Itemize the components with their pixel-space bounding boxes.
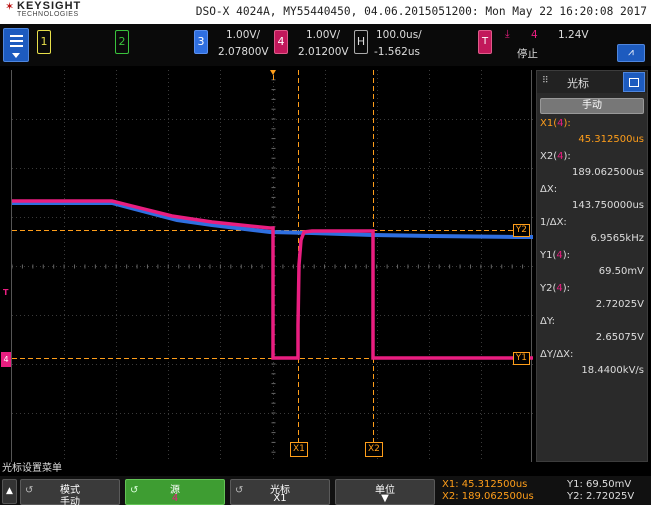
title-bar: ✶ KEYSIGHT TECHNOLOGIES DSO-X 4024A, MY5… <box>0 0 651 24</box>
acquisition-status: 停止 <box>517 48 538 60</box>
window-icon <box>629 78 639 87</box>
window-tab-button[interactable] <box>623 72 645 92</box>
cursor-x1-row: X1(4): 45.312500us <box>540 118 644 145</box>
menu-back-button[interactable]: ▲ <box>2 479 17 504</box>
keysight-logo: ✶ KEYSIGHT TECHNOLOGIES <box>3 0 113 22</box>
cursor-x2-row: X2(4): 189.062500us <box>540 151 644 178</box>
channel-1-button[interactable]: 1 <box>37 30 51 54</box>
softkey-menu-title: 光标设置菜单 <box>2 463 62 474</box>
channel-2-button[interactable]: 2 <box>115 30 129 54</box>
trigger-source: 4 <box>531 29 538 41</box>
time-scale: 100.0us/ <box>376 29 422 41</box>
cursor-dy-row: ΔY: 2.65075V <box>540 316 644 343</box>
cursor-y1-row: Y1(4): 69.50mV <box>540 250 644 277</box>
cursor-dydx-row: ΔY/ΔX: 18.4400kV/s <box>540 349 644 376</box>
channel-control-bar: 1 2 3 1.00V/ 2.07800V 4 1.00V/ 2.01200V … <box>0 24 651 66</box>
graticule-center-ticks <box>12 70 524 453</box>
trigger-level: 1.24V <box>558 29 589 41</box>
cursor-y1-value: 69.50mV <box>598 266 644 277</box>
cursor-dx-row: ΔX: 143.750000us <box>540 184 644 211</box>
trigger-level-marker: T <box>3 288 9 297</box>
cursor-panel-header: ⠿ 光标 <box>537 71 647 93</box>
time-position: -1.562us <box>374 46 420 58</box>
cursor-x2-value: 189.062500us <box>572 167 644 178</box>
cursor-inv-dx-row: 1/ΔX: 6.9565kHz <box>540 217 644 244</box>
horizontal-button[interactable]: H <box>354 30 368 54</box>
autoscale-icon: ⩘ <box>628 47 634 58</box>
y1-marker-tag: Y1 <box>512 352 530 365</box>
trigger-time-marker <box>270 70 276 75</box>
cursor-panel: ⠿ 光标 手动 X1(4): 45.312500us X2(4): 189.06… <box>536 70 648 462</box>
cursor-y2-row: Y2(4): 2.72025V <box>540 283 644 310</box>
y2-marker-tag: Y2 <box>512 224 530 237</box>
softkey-source[interactable]: ↺ 源 4 <box>125 479 225 505</box>
arrow-down-icon: ▼ <box>381 493 389 504</box>
instrument-title: DSO-X 4024A, MY55440450, 04.06.201505120… <box>195 5 647 18</box>
channel-4-ground-marker: 4 <box>1 352 11 367</box>
trigger-button[interactable]: T <box>478 30 492 54</box>
arrow-up-icon: ▲ <box>6 486 13 496</box>
cursor-dx-value: 143.750000us <box>572 200 644 211</box>
softkey-cursors[interactable]: ↺ 光标 X1 <box>230 479 330 505</box>
ch4-offset: 2.01200V <box>298 46 349 58</box>
cursor-y2-value: 2.72025V <box>595 299 644 310</box>
softkey-bar: ▲ ↺ 模式 手动 ↺ 源 4 ↺ 光标 X1 单位 ▼ X1: 45.3125… <box>0 476 651 505</box>
graticule-and-traces <box>12 70 533 459</box>
autoscale-button[interactable]: ⩘ <box>617 44 645 62</box>
cursor-dy-value: 2.65075V <box>595 332 644 343</box>
cursor-dydx-value: 18.4400kV/s <box>581 365 644 376</box>
cursor-inv-dx-value: 6.9565kHz <box>590 233 644 244</box>
brand-sub: TECHNOLOGIES <box>17 11 79 18</box>
main-menu-button[interactable] <box>3 28 29 62</box>
keysight-logo-icon: ✶ <box>5 0 15 13</box>
cursor-x1-value: 45.312500us <box>578 134 644 145</box>
ch3-scale: 1.00V/ <box>226 29 261 41</box>
grid-icon: ⠿ <box>542 76 549 86</box>
cursor-panel-title: 光标 <box>567 77 589 90</box>
x-cursor-readout: X1: 45.312500us X2: 189.062500us <box>442 479 534 502</box>
ch4-scale: 1.00V/ <box>306 29 341 41</box>
cursor-mode-button[interactable]: 手动 <box>540 98 644 114</box>
falling-edge-icon: ⤓ <box>505 28 510 40</box>
channel-3-button[interactable]: 3 <box>194 30 208 54</box>
softkey-mode[interactable]: ↺ 模式 手动 <box>20 479 120 505</box>
ch3-offset: 2.07800V <box>218 46 269 58</box>
softkey-units[interactable]: 单位 ▼ <box>335 479 435 505</box>
x1-marker-tag: X1 <box>290 442 308 457</box>
channel-4-button[interactable]: 4 <box>274 30 288 54</box>
x2-marker-tag: X2 <box>365 442 383 457</box>
y-cursor-readout: Y1: 69.50mV Y2: 2.72025V <box>567 479 635 502</box>
menu-icon <box>10 35 23 47</box>
waveform-display[interactable]: Y2 Y1 X1 X2 <box>11 70 533 462</box>
chevron-down-icon <box>12 53 20 58</box>
